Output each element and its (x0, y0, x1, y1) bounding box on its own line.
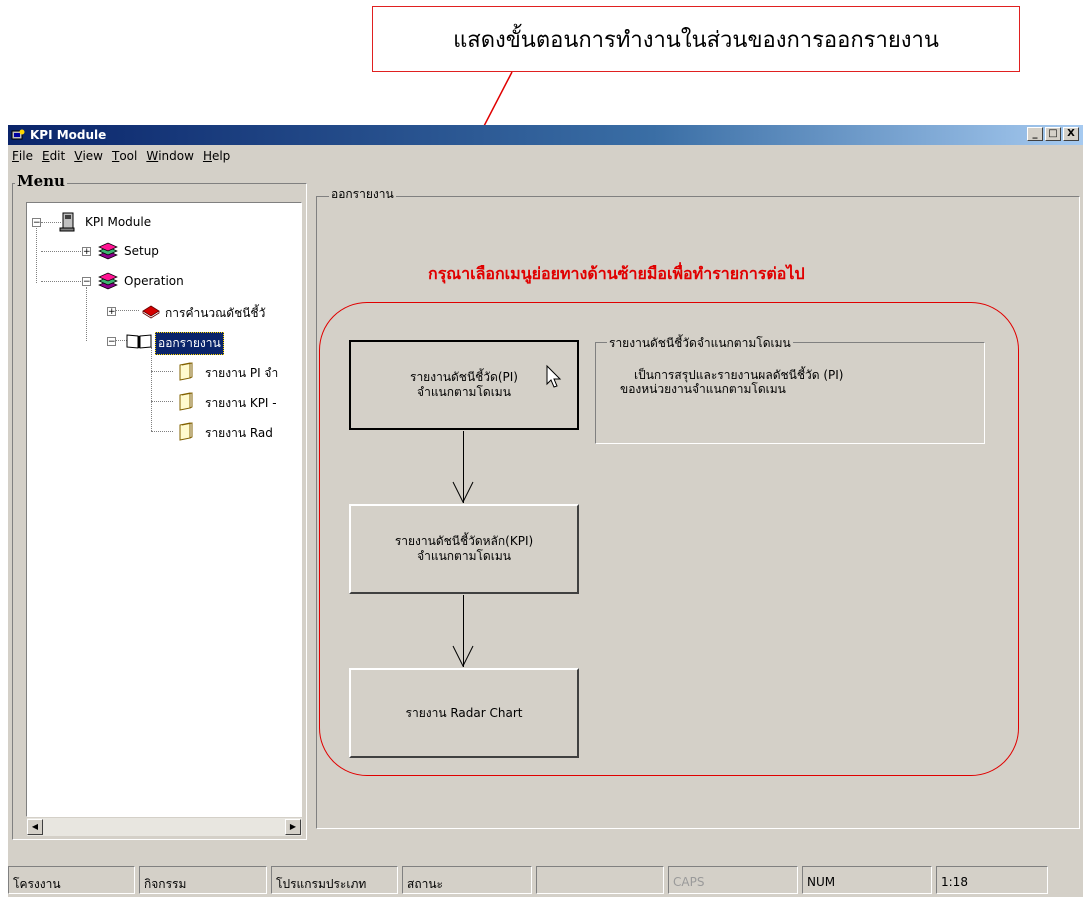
status-caps: CAPS (668, 866, 798, 894)
tree-label-report-radar: รายงาน Rad (205, 426, 273, 440)
tree-label-setup: Setup (124, 244, 159, 258)
menu-window[interactable]: Window (142, 146, 199, 163)
red-book-icon (142, 305, 160, 319)
title-bar[interactable]: KPI Module _ □ X (8, 125, 1083, 145)
status-project: โครงงาน (8, 866, 135, 894)
scroll-right-icon[interactable]: ▶ (285, 819, 301, 835)
tree-label-report-pi: รายงาน PI จำ (205, 366, 279, 380)
expand-icon[interactable]: + (82, 247, 91, 257)
folder-icon (179, 392, 193, 411)
tree-horizontal-scrollbar[interactable]: ◀ ▶ (27, 817, 302, 836)
status-state: สถานะ (402, 866, 532, 894)
report-kpi-line2: จำแนกตามโดเมน (417, 549, 511, 563)
minimize-button[interactable]: _ (1027, 127, 1043, 141)
report-kpi-button[interactable]: รายงานดัชนีชี้วัดหลัก(KPI) จำแนกตามโดเมน (349, 504, 579, 594)
description-caption: รายงานดัชนีชี้วัดจำแนกตามโดเมน (607, 334, 793, 353)
expand-icon[interactable]: + (107, 307, 116, 317)
status-activity: กิจกรรม (139, 866, 267, 894)
report-kpi-line1: รายงานดัชนีชี้วัดหลัก(KPI) (394, 534, 534, 548)
description-line1: เป็นการสรุปและรายงานผลดัชนีชี้วัด (PI) (634, 368, 844, 382)
instruction-text: กรุณาเลือกเมนูย่อยทางด้านซ้ายมือเพื่อทำร… (428, 264, 805, 283)
flow-arrowhead-icon (452, 645, 474, 668)
app-icon (11, 129, 25, 140)
status-num: NUM (802, 866, 932, 894)
scroll-left-icon[interactable]: ◀ (27, 819, 43, 835)
open-book-icon (126, 334, 152, 349)
status-program-type: โปรแกรมประเภท (271, 866, 398, 894)
books-icon (98, 242, 118, 260)
tree-label-operation: Operation (124, 274, 184, 288)
flow-arrowhead-icon (452, 481, 474, 504)
description-line2: ของหน่วยงานจำแนกตามโดเมน (620, 382, 786, 396)
close-button[interactable]: X (1063, 127, 1079, 141)
tree-label-report-kpi: รายงาน KPI - (205, 396, 277, 410)
menu-help[interactable]: Help (199, 146, 235, 163)
menu-view[interactable]: View (70, 146, 108, 163)
menu-file[interactable]: File (8, 146, 38, 163)
tree-label-calculation: การคำนวณดัชนีชี้วั (165, 306, 266, 320)
menu-bar: File Edit View Tool Window Help (8, 146, 1083, 166)
folder-icon (179, 422, 193, 441)
report-caption: ออกรายงาน (329, 185, 396, 204)
window-title: KPI Module (30, 128, 107, 142)
navigation-tree: − KPI Module + Setup − Operation + การคำ… (26, 202, 302, 817)
report-pi-line1: รายงานดัชนีชี้วัด(PI) (410, 370, 518, 384)
collapse-icon[interactable]: − (107, 337, 116, 347)
menu-tool[interactable]: Tool (108, 146, 142, 163)
description-text: เป็นการสรุปและรายงานผลดัชนีชี้วัด (PI) ข… (620, 368, 843, 396)
books-icon (98, 272, 118, 290)
restore-button[interactable]: □ (1045, 127, 1061, 141)
report-pi-line2: จำแนกตามโดเมน (417, 385, 511, 399)
computer-icon (59, 212, 75, 232)
status-empty (536, 866, 664, 894)
tree-label-report: ออกรายงาน (155, 332, 224, 355)
menu-caption: Menu (15, 172, 67, 190)
status-time: 1:18 (936, 866, 1048, 894)
report-radar-line1: รายงาน Radar Chart (405, 705, 523, 720)
tree-label-kpi-module: KPI Module (85, 215, 152, 229)
collapse-icon[interactable]: − (32, 218, 41, 228)
report-radar-button[interactable]: รายงาน Radar Chart (349, 668, 579, 758)
folder-icon (179, 362, 193, 381)
collapse-icon[interactable]: − (82, 277, 91, 287)
mouse-cursor-icon (546, 364, 562, 388)
menu-edit[interactable]: Edit (38, 146, 70, 163)
